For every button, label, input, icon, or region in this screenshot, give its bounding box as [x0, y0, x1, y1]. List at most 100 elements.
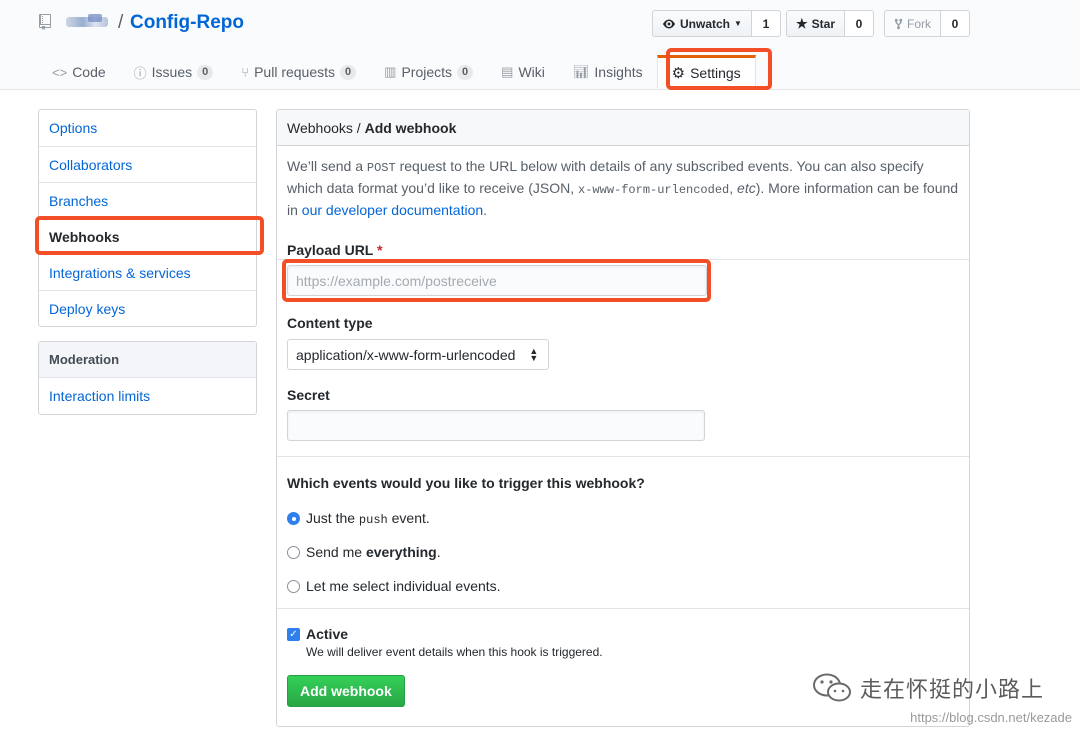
moderation-heading: Moderation — [39, 342, 256, 378]
post-code: POST — [366, 161, 396, 175]
divider — [277, 456, 969, 457]
event-option-text: Send me everything. — [306, 544, 441, 560]
tab-label: Insights — [594, 64, 643, 80]
required-mark: * — [377, 242, 383, 258]
radio-button[interactable] — [287, 545, 300, 559]
tab-insights[interactable]: 📊︎ Insights — [559, 58, 657, 86]
sidebar-item-branches[interactable]: Branches — [39, 182, 256, 218]
option-text: event. — [387, 510, 430, 526]
content-type-value: application/x-www-form-urlencoded — [296, 346, 516, 363]
project-icon: ▥ — [384, 64, 397, 79]
repo-header: / Config-Repo Unwatch ▼ 1 ★ Star 0 Fork … — [0, 0, 1080, 90]
sidebar-item-webhooks[interactable]: Webhooks — [39, 218, 256, 254]
option-text: Just the — [306, 510, 359, 526]
intro-text: We’ll send a — [287, 158, 367, 174]
sidebar-item-options[interactable]: Options — [39, 110, 256, 146]
select-arrows-icon: ▲ ▼ — [529, 345, 539, 363]
everything-bold: everything — [365, 544, 437, 560]
developer-docs-link[interactable]: our developer documentation — [302, 202, 483, 218]
breadcrumb-separator: / — [352, 120, 365, 136]
unwatch-label: Unwatch — [680, 16, 731, 31]
issue-icon: ⓘ — [133, 65, 147, 81]
repo-name-link[interactable]: Config-Repo — [130, 12, 244, 34]
graph-icon: 📊︎ — [572, 64, 590, 79]
moderation-sidebar: Moderation Interaction limits — [38, 341, 257, 415]
star-label: Star — [811, 16, 835, 31]
fork-icon — [894, 18, 903, 29]
watermark: 走在怀挺的小路上 — [812, 672, 1044, 704]
watermark-url: https://blog.csdn.net/kezade — [910, 710, 1072, 725]
tab-settings[interactable]: ⚙ Settings — [656, 55, 756, 88]
fork-count[interactable]: 0 — [941, 10, 970, 37]
settings-sidebar: Options Collaborators Branches Webhooks … — [38, 109, 257, 327]
tab-label: Settings — [690, 65, 741, 81]
add-webhook-button[interactable]: Add webhook — [287, 675, 405, 707]
repo-separator: / — [118, 12, 124, 33]
breadcrumb: Webhooks / Add webhook — [277, 110, 969, 146]
tab-projects[interactable]: ▥ Projects 0 — [370, 58, 487, 86]
event-option-push[interactable]: Just the push event. — [287, 510, 430, 527]
event-option-individual[interactable]: Let me select individual events. — [287, 578, 501, 594]
page-title: Add webhook — [364, 120, 457, 136]
sidebar-item-integrations[interactable]: Integrations & services — [39, 254, 256, 290]
intro-text: , — [729, 180, 738, 196]
book-icon: ▤ — [501, 64, 514, 79]
watermark-text: 走在怀挺的小路上 — [859, 678, 1044, 703]
payload-url-label-text: Payload URL — [287, 242, 374, 258]
sidebar-item-collaborators[interactable]: Collaborators — [39, 146, 256, 182]
fork-group: Fork 0 — [884, 10, 970, 37]
urlencoded-code: x-www-form-urlencoded — [578, 183, 730, 197]
sidebar-item-interaction-limits[interactable]: Interaction limits — [39, 378, 256, 414]
event-option-text: Just the push event. — [306, 510, 430, 527]
wechat-icon — [812, 673, 851, 702]
divider — [277, 608, 969, 609]
content-type-select[interactable]: application/x-www-form-urlencoded ▲ ▼ — [287, 339, 549, 370]
option-text: . — [436, 544, 441, 560]
option-text: Send me — [306, 544, 366, 560]
tab-label: Projects — [401, 64, 453, 80]
caret-down-icon: ▼ — [734, 19, 742, 28]
tab-pull-requests[interactable]: ⑂ Pull requests 0 — [227, 58, 370, 86]
tab-issues[interactable]: ⓘ Issues 0 — [120, 58, 228, 86]
payload-url-label: Payload URL * — [287, 242, 382, 258]
tab-label: Issues — [151, 64, 193, 80]
event-option-everything[interactable]: Send me everything. — [287, 544, 441, 560]
active-note: We will deliver event details when this … — [306, 645, 603, 659]
breadcrumb-webhooks-link[interactable]: Webhooks — [287, 120, 353, 136]
unwatch-button[interactable]: Unwatch ▼ — [652, 10, 752, 37]
payload-url-input[interactable] — [287, 265, 707, 296]
projects-count-badge: 0 — [457, 64, 474, 80]
add-webhook-form: Webhooks / Add webhook We’ll send a POST… — [276, 109, 970, 727]
star-group: ★ Star 0 — [786, 10, 874, 37]
event-option-text: Let me select individual events. — [306, 578, 501, 594]
tab-label: Pull requests — [254, 64, 336, 80]
issues-count-badge: 0 — [197, 64, 214, 80]
radio-button-checked[interactable] — [287, 512, 300, 525]
intro-text: . — [483, 202, 488, 218]
content-type-label: Content type — [287, 315, 373, 331]
gear-icon: ⚙ — [671, 65, 686, 82]
fork-button[interactable]: Fork — [884, 10, 941, 37]
active-checkbox[interactable]: ✓ — [287, 628, 300, 641]
watch-group: Unwatch ▼ 1 — [652, 10, 781, 37]
secret-input[interactable] — [287, 410, 705, 441]
repo-icon — [39, 14, 51, 30]
tab-wiki[interactable]: ▤ Wiki — [487, 58, 559, 86]
watch-count[interactable]: 1 — [751, 10, 781, 37]
radio-button[interactable] — [287, 579, 300, 593]
star-button[interactable]: ★ Star — [786, 10, 845, 37]
secret-label: Secret — [287, 387, 330, 403]
repo-owner-redacted-mark — [88, 14, 102, 22]
code-icon: <> — [52, 64, 68, 80]
star-count[interactable]: 0 — [845, 10, 874, 37]
active-label: Active — [306, 626, 349, 642]
etc-text: etc — [737, 180, 756, 196]
tab-label: Wiki — [518, 64, 545, 80]
pull-requests-count-badge: 0 — [340, 64, 357, 80]
tab-code[interactable]: <> Code — [38, 58, 120, 86]
repo-nav-tabs: <> Code ⓘ Issues 0 ⑂ Pull requests 0 ▥ P… — [38, 55, 756, 90]
star-icon: ★ — [796, 15, 808, 31]
sidebar-item-deploy-keys[interactable]: Deploy keys — [39, 290, 256, 326]
eye-icon — [663, 19, 675, 28]
push-code: push — [358, 513, 388, 527]
